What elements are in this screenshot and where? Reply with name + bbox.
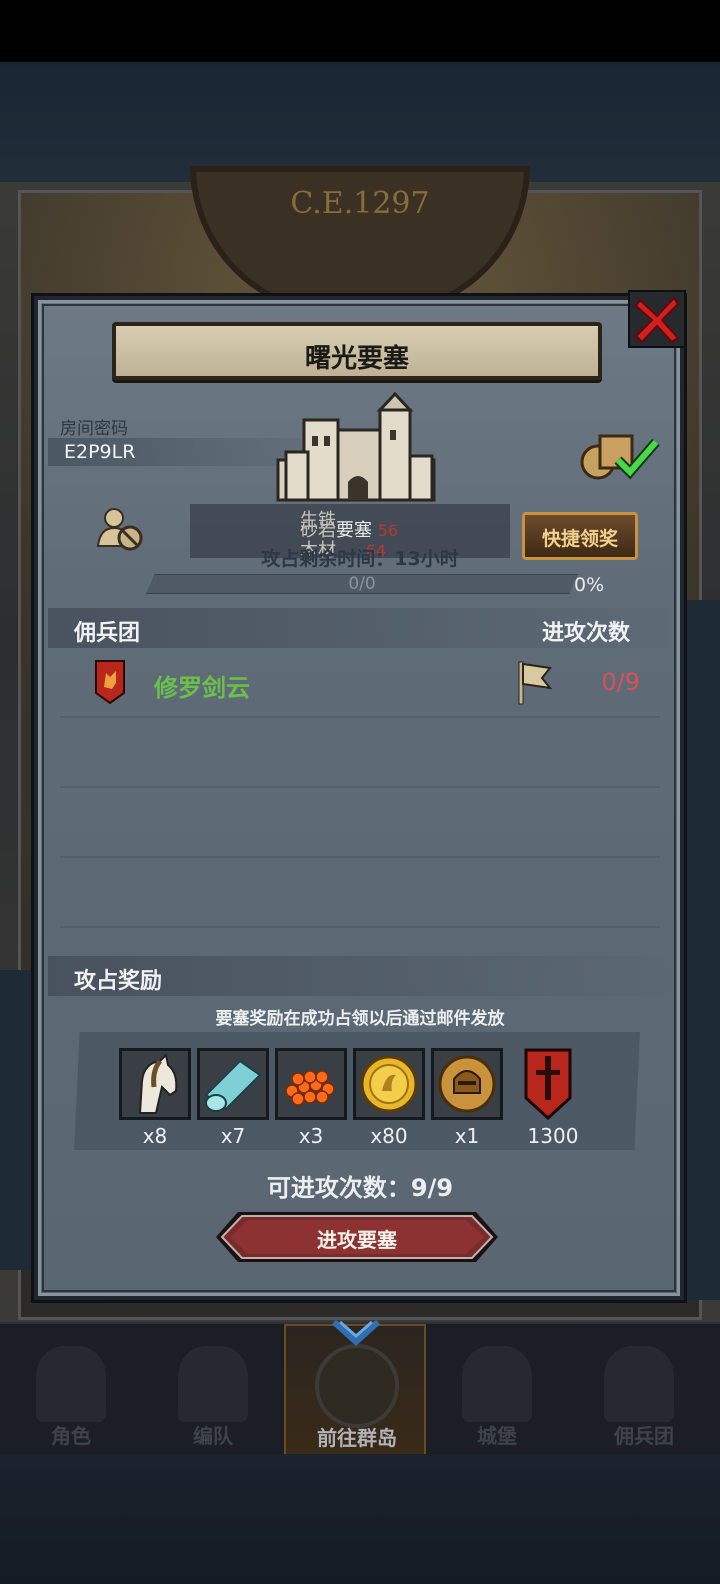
- nav-item-castle[interactable]: 城堡: [426, 1324, 568, 1456]
- nav-item-label: 编队: [193, 1424, 233, 1448]
- reward-header: 攻占奖励: [74, 969, 163, 994]
- sword-banner-icon: [524, 1048, 572, 1121]
- nav-item-character[interactable]: 角色: [0, 1324, 142, 1456]
- nav-item-formation[interactable]: 编队: [142, 1324, 284, 1456]
- quick-claim-label: 快捷领奖: [541, 528, 618, 550]
- reward-slot[interactable]: [431, 1048, 503, 1120]
- mercenary-header: 佣兵团: [74, 621, 141, 646]
- compass-icon: [315, 1344, 399, 1428]
- horse-icon: [122, 1051, 188, 1117]
- nav-item-label: 角色: [51, 1424, 91, 1448]
- room-code-value: E2P9LR: [64, 441, 136, 463]
- side-panel-right: [684, 600, 720, 1300]
- reward-slot[interactable]: [197, 1048, 269, 1120]
- side-panel-left: [0, 970, 34, 1270]
- chevron-down-icon: [331, 1319, 381, 1347]
- row-divider: [60, 716, 660, 718]
- close-icon: [634, 296, 680, 344]
- castle-icon: [462, 1346, 532, 1422]
- nav-item-label: 城堡: [477, 1424, 517, 1448]
- close-button[interactable]: [628, 290, 686, 348]
- reward-bag-claimed-icon: [580, 434, 660, 480]
- row-divider: [60, 786, 660, 788]
- nav-item-label: 前往群岛: [317, 1426, 397, 1450]
- status-bar-area: [0, 0, 720, 62]
- remaining-attempts: 可进攻次数：9/9: [266, 1174, 454, 1202]
- reward-slot[interactable]: [275, 1048, 347, 1120]
- occupy-time-text: 攻占剩余时间：13小时: [261, 548, 459, 570]
- no-user-icon: [96, 508, 143, 551]
- attack-fortress-label: 进攻要塞: [317, 1228, 397, 1252]
- reward-quantity: x7: [220, 1124, 246, 1148]
- gold-coin-icon: [356, 1051, 422, 1117]
- helmet-coin-icon: [434, 1051, 500, 1117]
- reward-quantity: x8: [142, 1124, 168, 1148]
- knight-icon: [36, 1346, 106, 1422]
- reward-note: 要塞奖励在成功占领以后通过邮件发放: [215, 1009, 505, 1029]
- room-code-label: 房间密码: [60, 419, 128, 439]
- background-upper: [0, 62, 720, 182]
- reward-slot[interactable]: [520, 1046, 576, 1122]
- reward-quantity: x80: [370, 1124, 408, 1148]
- progress-text: 0/0: [348, 574, 376, 594]
- wolf-shield-icon: [95, 660, 125, 705]
- attack-count-header: 进攻次数: [542, 621, 631, 646]
- cloth-roll-icon: [200, 1051, 266, 1117]
- nav-item-mercenary[interactable]: 佣兵团: [568, 1324, 720, 1456]
- progress-percent: 0%: [574, 574, 605, 596]
- year-label: C.E.1297: [290, 186, 430, 221]
- helmet-icon: [178, 1346, 248, 1422]
- row-divider: [60, 856, 660, 858]
- reward-quantity: x3: [298, 1124, 324, 1148]
- mercenary-name: 修罗剑云: [154, 674, 250, 702]
- bottom-band: [0, 1454, 720, 1584]
- nav-item-label: 佣兵团: [614, 1424, 674, 1448]
- warrior-icon: [604, 1346, 674, 1422]
- orange-beads-icon: [278, 1051, 344, 1117]
- mercenary-attack-count: 0/9: [601, 668, 640, 696]
- reward-quantity: x1: [454, 1124, 480, 1148]
- flag-icon: [518, 661, 552, 705]
- reward-slot[interactable]: [353, 1048, 425, 1120]
- dialog-title: 曙光要塞: [304, 344, 409, 374]
- reward-slot[interactable]: [119, 1048, 191, 1120]
- fortress-icon: [276, 391, 436, 502]
- row-divider: [60, 926, 660, 928]
- reward-quantity: 1300: [527, 1124, 579, 1148]
